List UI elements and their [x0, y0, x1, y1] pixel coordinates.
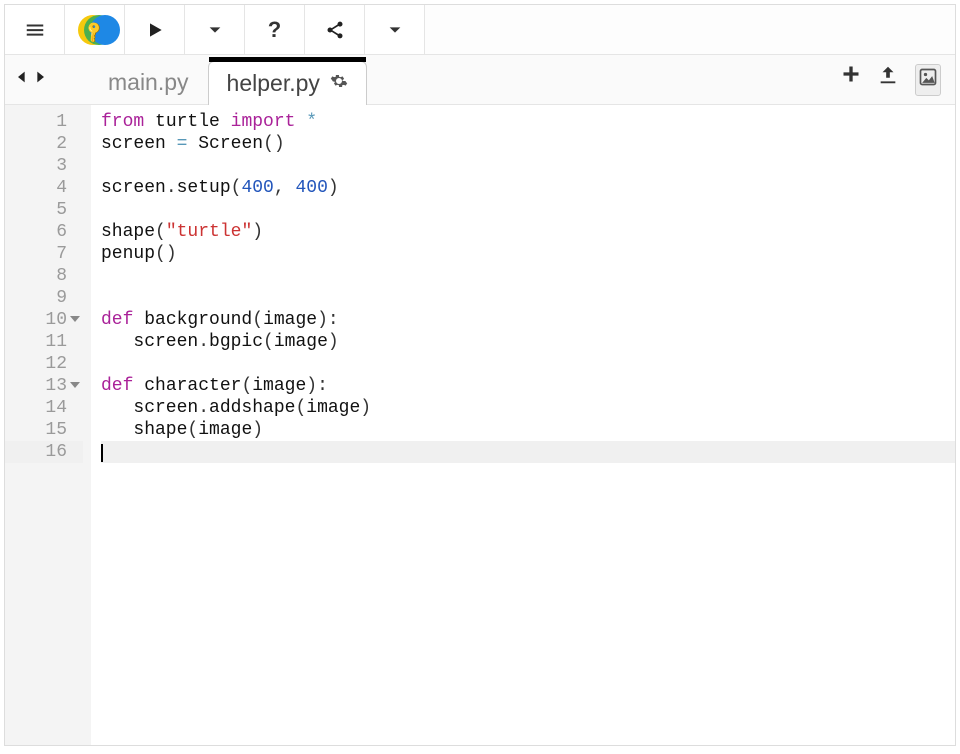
run-button[interactable]	[125, 5, 185, 54]
code-line[interactable]	[101, 155, 955, 177]
code-body[interactable]: from turtle import *screen = Screen() scr…	[91, 105, 955, 745]
code-line[interactable]: def background(image):	[101, 309, 955, 331]
line-number: 4	[5, 177, 83, 199]
ide-root: 🔑 ?	[4, 4, 956, 746]
line-number: 2	[5, 133, 83, 155]
image-button[interactable]	[915, 64, 941, 96]
line-number: 14	[5, 397, 83, 419]
upload-icon	[877, 64, 899, 86]
menu-icon	[24, 19, 46, 41]
gear-icon[interactable]	[330, 72, 348, 95]
nav-forward[interactable]	[31, 64, 49, 95]
menu-button[interactable]	[5, 5, 65, 54]
share-button[interactable]	[305, 5, 365, 54]
tab-actions	[841, 64, 951, 96]
code-line[interactable]: screen.bgpic(image)	[101, 331, 955, 353]
tabs: main.py helper.py	[89, 55, 367, 104]
run-dropdown[interactable]	[185, 5, 245, 54]
code-line[interactable]	[101, 287, 955, 309]
line-number: 7	[5, 243, 83, 265]
line-number: 16	[5, 441, 83, 463]
play-icon	[145, 20, 165, 40]
line-number: 8	[5, 265, 83, 287]
line-number: 9	[5, 287, 83, 309]
tab-bar: main.py helper.py	[5, 55, 955, 105]
chevron-down-icon	[207, 22, 223, 38]
text-cursor	[101, 444, 103, 462]
line-number: 5	[5, 199, 83, 221]
code-line[interactable]: from turtle import *	[101, 111, 955, 133]
tab-main-py[interactable]: main.py	[89, 60, 208, 104]
gutter: 12345678910111213141516	[5, 105, 91, 745]
add-file-button[interactable]	[841, 64, 861, 96]
line-number: 10	[5, 309, 83, 331]
line-number: 6	[5, 221, 83, 243]
key-logo-icon: 🔑	[78, 13, 112, 47]
tab-helper-py[interactable]: helper.py	[208, 61, 367, 105]
logo-button[interactable]: 🔑	[65, 5, 125, 54]
nav-arrows	[9, 64, 59, 95]
code-editor[interactable]: 12345678910111213141516 from turtle impo…	[5, 105, 955, 745]
chevron-left-icon	[14, 66, 30, 88]
line-number: 1	[5, 111, 83, 133]
code-line[interactable]: penup()	[101, 243, 955, 265]
share-icon	[325, 20, 345, 40]
code-line[interactable]	[101, 265, 955, 287]
line-number: 15	[5, 419, 83, 441]
upload-button[interactable]	[877, 64, 899, 96]
chevron-down-icon	[387, 22, 403, 38]
code-line[interactable]	[101, 441, 955, 463]
line-number: 3	[5, 155, 83, 177]
chevron-right-icon	[32, 66, 48, 88]
code-line[interactable]: shape(image)	[101, 419, 955, 441]
code-line[interactable]: screen.addshape(image)	[101, 397, 955, 419]
code-line[interactable]: screen.setup(400, 400)	[101, 177, 955, 199]
help-button[interactable]: ?	[245, 5, 305, 54]
tab-label: main.py	[108, 69, 189, 96]
share-dropdown[interactable]	[365, 5, 425, 54]
nav-back[interactable]	[13, 64, 31, 95]
line-number: 13	[5, 375, 83, 397]
plus-icon	[841, 64, 861, 84]
image-icon	[918, 67, 938, 87]
top-toolbar: 🔑 ?	[5, 5, 955, 55]
code-line[interactable]	[101, 353, 955, 375]
line-number: 11	[5, 331, 83, 353]
code-line[interactable]: screen = Screen()	[101, 133, 955, 155]
code-line[interactable]: shape("turtle")	[101, 221, 955, 243]
line-number: 12	[5, 353, 83, 375]
tab-label: helper.py	[227, 70, 320, 97]
help-label: ?	[268, 17, 281, 43]
code-line[interactable]: def character(image):	[101, 375, 955, 397]
code-line[interactable]	[101, 199, 955, 221]
